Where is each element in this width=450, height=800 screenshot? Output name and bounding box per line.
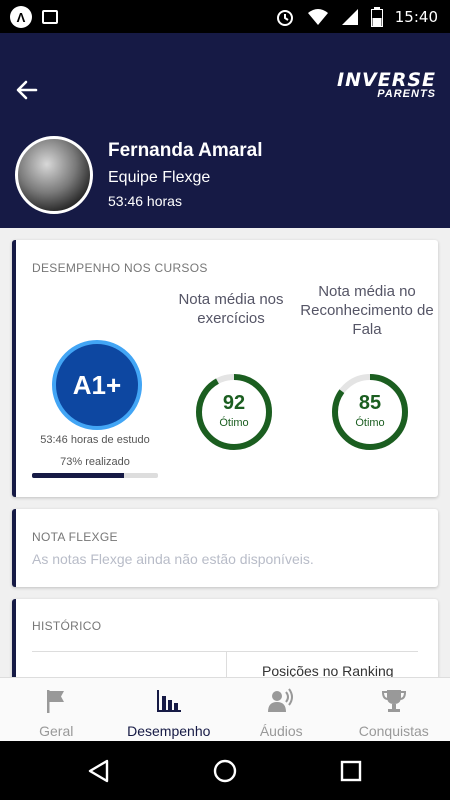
nav-conquistas[interactable]: Conquistas	[338, 678, 450, 741]
image-notification-icon	[42, 10, 58, 24]
wifi-icon	[307, 9, 328, 25]
status-time: 15:40	[394, 8, 438, 26]
speech-score: 85	[358, 392, 382, 414]
recents-square-icon[interactable]	[338, 758, 364, 784]
back-triangle-icon[interactable]	[86, 758, 112, 784]
exercises-label: Nota média nos exercícios	[178, 291, 284, 327]
nav-conquistas-label: Conquistas	[358, 723, 429, 739]
nav-geral[interactable]: Geral	[0, 678, 113, 741]
nav-geral-label: Geral	[39, 723, 74, 739]
trophy-icon	[381, 690, 406, 712]
student-team: Equipe Flexge	[108, 169, 211, 186]
nav-desempenho-label: Desempenho	[127, 723, 211, 739]
nav-audios[interactable]: Áudios	[225, 678, 338, 741]
system-navigation-bar	[0, 741, 450, 800]
status-bar: Λ 15:40	[0, 0, 450, 33]
back-arrow-icon[interactable]	[14, 77, 40, 103]
realized-percent: 73% realizado	[60, 456, 130, 468]
history-card: HISTÓRICO Posições no Ranking	[12, 599, 438, 691]
performance-card: DESEMPENHO NOS CURSOS A1+ 53:46 horas de…	[12, 240, 438, 497]
performance-title: DESEMPENHO NOS CURSOS	[32, 261, 208, 275]
app-notification-icon: Λ	[10, 6, 32, 28]
home-circle-icon[interactable]	[212, 758, 238, 784]
flexge-grade-message: As notas Flexge ainda não estão disponív…	[32, 551, 314, 567]
exercises-rating: Ótimo	[219, 417, 249, 429]
flag-icon	[47, 690, 65, 713]
alarm-icon	[276, 10, 293, 26]
bottom-navigation: Geral Desempenho Áudios Conquistas	[0, 677, 450, 741]
course-progress-bar	[32, 473, 158, 478]
speaking-person-icon	[268, 688, 294, 712]
history-title: HISTÓRICO	[32, 619, 102, 633]
student-hours: 53:46 horas	[108, 193, 182, 209]
speech-label: Nota média no Reconhecimento de Fala	[300, 283, 434, 338]
speech-rating: Ótimo	[355, 417, 385, 429]
nav-desempenho[interactable]: Desempenho	[113, 678, 226, 741]
battery-icon	[370, 7, 383, 27]
nav-audios-label: Áudios	[259, 723, 303, 739]
course-progress-fill	[32, 473, 124, 478]
flexge-grade-title: NOTA FLEXGE	[32, 530, 118, 544]
student-name: Fernanda Amaral	[108, 140, 263, 161]
signal-icon	[341, 9, 358, 25]
inverse-parents-logo: INVERSE PARENTS	[337, 69, 436, 100]
exercises-score: 92	[222, 392, 246, 414]
bar-chart-icon	[156, 690, 181, 712]
exercises-score-ring: 92 Ótimo	[192, 370, 276, 454]
profile-header: INVERSE PARENTS Fernanda Amaral Equipe F…	[0, 33, 450, 228]
study-hours: 53:46 horas de estudo	[40, 434, 150, 446]
flexge-grade-card: NOTA FLEXGE As notas Flexge ainda não es…	[12, 509, 438, 587]
speech-score-ring: 85 Ótimo	[328, 370, 412, 454]
level-badge: A1+	[52, 340, 142, 430]
avatar	[15, 136, 93, 214]
history-divider	[32, 651, 418, 652]
